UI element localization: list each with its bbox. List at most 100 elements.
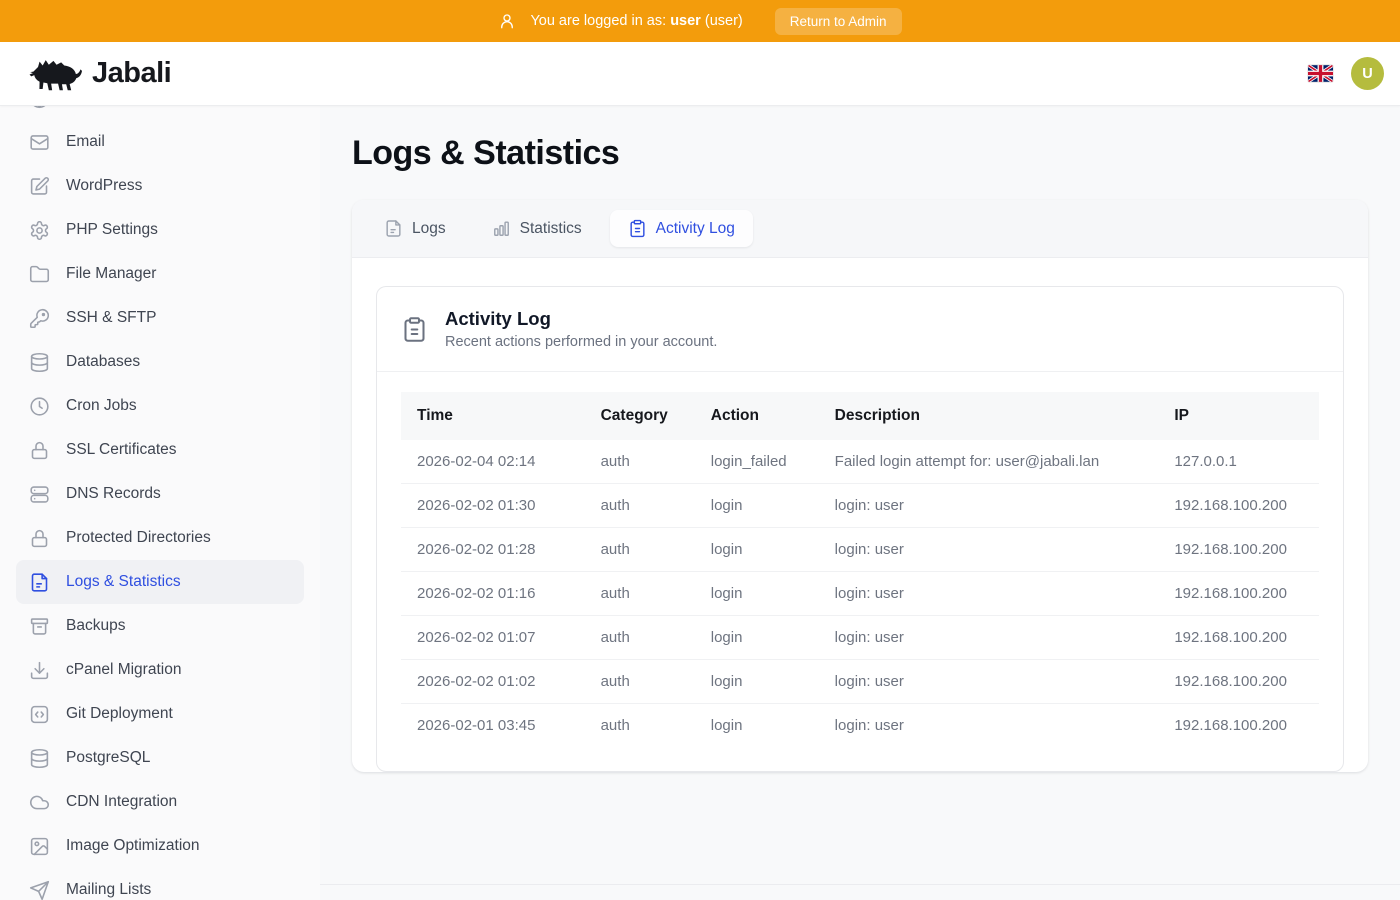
cell-action: login — [695, 484, 819, 528]
return-to-admin-button[interactable]: Return to Admin — [775, 8, 902, 35]
cell-time: 2026-02-02 01:16 — [401, 572, 585, 616]
sidebar-item[interactable]: Image Optimization — [16, 824, 304, 868]
sidebar-item[interactable]: Email — [16, 120, 304, 164]
globe-icon — [29, 106, 50, 109]
cell-action: login — [695, 528, 819, 572]
cell-category: auth — [585, 572, 695, 616]
cell-time: 2026-02-01 03:45 — [401, 704, 585, 748]
table-row: 2026-02-02 01:16 auth login login: user … — [401, 572, 1319, 616]
tab-strip: Logs Statistics Activity Log — [352, 200, 1368, 258]
tab-label: Statistics — [520, 220, 582, 238]
cell-time: 2026-02-02 01:28 — [401, 528, 585, 572]
cell-category: auth — [585, 704, 695, 748]
tab[interactable]: Activity Log — [610, 210, 753, 247]
cell-category: auth — [585, 616, 695, 660]
uk-flag-icon[interactable] — [1308, 65, 1333, 82]
cell-ip: 192.168.100.200 — [1158, 572, 1319, 616]
user-avatar[interactable]: U — [1351, 57, 1384, 90]
app-header: Jabali U — [0, 42, 1400, 106]
sidebar-item[interactable]: PostgreSQL — [16, 736, 304, 780]
logged-in-text: You are logged in as: user (user) — [530, 13, 742, 29]
footer-divider — [320, 884, 1400, 885]
boar-logo-icon — [28, 55, 82, 93]
logged-in-prefix: You are logged in as: — [530, 13, 666, 29]
logs-card: Logs Statistics Activity Log — [352, 200, 1368, 772]
download-icon — [29, 660, 50, 681]
cell-action: login — [695, 704, 819, 748]
tab-label: Logs — [412, 220, 446, 238]
sidebar-item[interactable]: Cron Jobs — [16, 384, 304, 428]
sidebar-nav: Email WordPress PHP Settings File Manage… — [0, 106, 320, 900]
cell-ip: 192.168.100.200 — [1158, 704, 1319, 748]
lock-icon — [29, 528, 50, 549]
sidebar-item[interactable]: PHP Settings — [16, 208, 304, 252]
logged-in-role: (user) — [705, 13, 743, 29]
sidebar-item[interactable]: SSH & SFTP — [16, 296, 304, 340]
cell-category: auth — [585, 440, 695, 484]
sidebar-item[interactable] — [16, 106, 304, 120]
activity-log-header: Activity Log Recent actions performed in… — [377, 287, 1343, 372]
cell-time: 2026-02-04 02:14 — [401, 440, 585, 484]
cell-description: login: user — [819, 484, 1159, 528]
cell-time: 2026-02-02 01:02 — [401, 660, 585, 704]
cell-description: login: user — [819, 704, 1159, 748]
sidebar-item[interactable]: Backups — [16, 604, 304, 648]
table-column-header: Description — [819, 392, 1159, 440]
sidebar-item[interactable]: cPanel Migration — [16, 648, 304, 692]
sidebar-item[interactable]: Mailing Lists — [16, 868, 304, 900]
sidebar-item-label: Backups — [66, 617, 125, 635]
page-title: Logs & Statistics — [352, 134, 1368, 173]
sidebar-item[interactable]: Logs & Statistics — [16, 560, 304, 604]
folder-icon — [29, 264, 50, 285]
table-row: 2026-02-02 01:28 auth login login: user … — [401, 528, 1319, 572]
send-icon — [29, 880, 50, 900]
sidebar-item[interactable]: WordPress — [16, 164, 304, 208]
cell-ip: 192.168.100.200 — [1158, 484, 1319, 528]
sidebar-item-label: Git Deployment — [66, 705, 173, 723]
table-header-row: Time Category Action Description IP — [401, 392, 1319, 440]
table-column-header: Category — [585, 392, 695, 440]
cell-action: login — [695, 660, 819, 704]
cell-action: login_failed — [695, 440, 819, 484]
cell-ip: 192.168.100.200 — [1158, 528, 1319, 572]
table-row: 2026-02-01 03:45 auth login login: user … — [401, 704, 1319, 748]
sidebar-item-label: Email — [66, 133, 105, 151]
cell-description: login: user — [819, 616, 1159, 660]
sidebar-item-label: Logs & Statistics — [66, 573, 181, 591]
brand[interactable]: Jabali — [28, 55, 171, 93]
database-icon — [29, 748, 50, 769]
tab[interactable]: Statistics — [474, 210, 600, 247]
lock-icon — [29, 440, 50, 461]
file-text-icon — [29, 572, 50, 593]
cell-category: auth — [585, 660, 695, 704]
sidebar-item-label: PHP Settings — [66, 221, 158, 239]
table-row: 2026-02-02 01:02 auth login login: user … — [401, 660, 1319, 704]
tab[interactable]: Logs — [366, 210, 464, 247]
table-column-header: IP — [1158, 392, 1319, 440]
code-icon — [29, 704, 50, 725]
activity-table-wrap: Time Category Action Description IP — [377, 372, 1343, 771]
table-row: 2026-02-02 01:07 auth login login: user … — [401, 616, 1319, 660]
archive-icon — [29, 616, 50, 637]
sidebar-item[interactable]: DNS Records — [16, 472, 304, 516]
sidebar-item[interactable]: Git Deployment — [16, 692, 304, 736]
table-row: 2026-02-02 01:30 auth login login: user … — [401, 484, 1319, 528]
sidebar-item-label: DNS Records — [66, 485, 161, 503]
table-row: 2026-02-04 02:14 auth login_failed Faile… — [401, 440, 1319, 484]
brand-name: Jabali — [92, 57, 171, 90]
sidebar-item-label: cPanel Migration — [66, 661, 181, 679]
sidebar-item[interactable]: Databases — [16, 340, 304, 384]
cell-category: auth — [585, 528, 695, 572]
sidebar-item[interactable]: SSL Certificates — [16, 428, 304, 472]
sidebar-item[interactable]: CDN Integration — [16, 780, 304, 824]
server-icon — [29, 484, 50, 505]
image-icon — [29, 836, 50, 857]
sidebar-item-label: Protected Directories — [66, 529, 211, 547]
cell-action: login — [695, 616, 819, 660]
mail-icon — [29, 132, 50, 153]
activity-log-panel: Activity Log Recent actions performed in… — [376, 286, 1344, 772]
sidebar-item[interactable]: File Manager — [16, 252, 304, 296]
activity-table: Time Category Action Description IP — [401, 392, 1319, 747]
sidebar-item[interactable]: Protected Directories — [16, 516, 304, 560]
sidebar-item-label: CDN Integration — [66, 793, 177, 811]
